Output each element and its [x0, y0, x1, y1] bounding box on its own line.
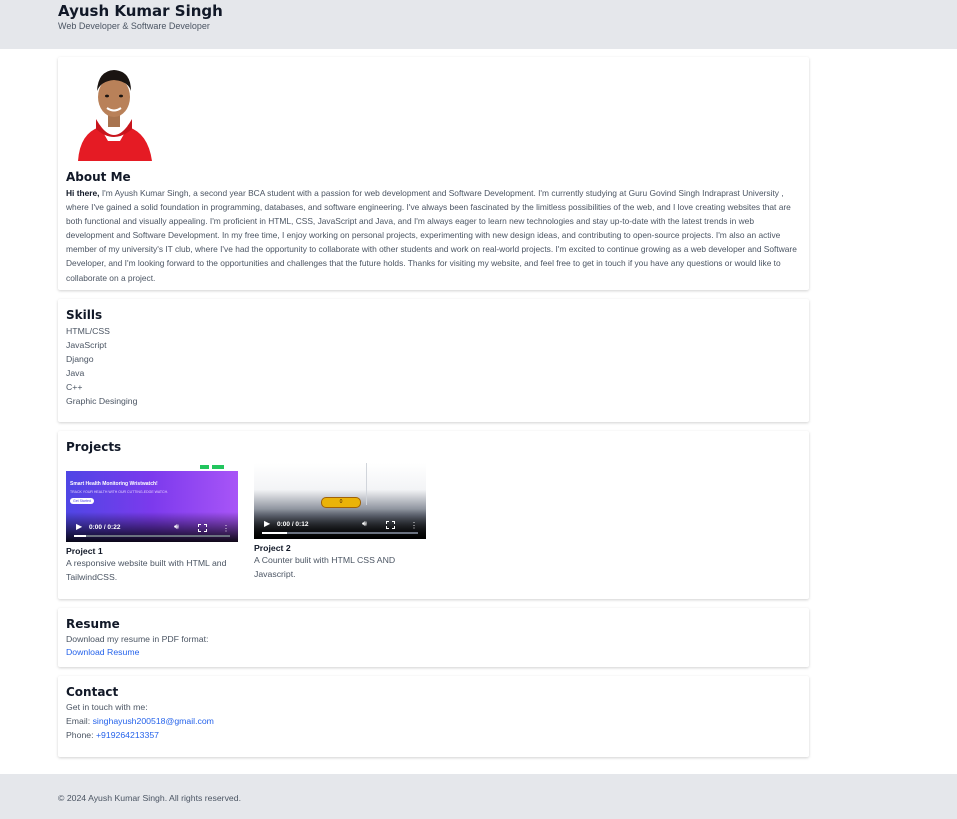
volume-icon[interactable]: 🔊︎: [362, 519, 367, 529]
project-title: Project 1: [66, 546, 103, 556]
project-description: A Counter bulit with HTML CSS AND Javasc…: [254, 555, 396, 580]
video-progress-bar[interactable]: [74, 535, 230, 537]
resume-heading: Resume: [66, 617, 120, 631]
contact-intro: Get in touch with me:: [66, 702, 148, 712]
projects-section: Projects Smart Health Monitoring Wristwa…: [58, 431, 809, 599]
video-time: 0:00 / 0:12: [277, 521, 309, 528]
resume-text: Download my resume in PDF format:: [66, 634, 209, 644]
play-icon[interactable]: ▶: [76, 522, 82, 531]
skill-item: JavaScript: [66, 340, 107, 351]
fullscreen-icon[interactable]: [386, 521, 395, 529]
contact-section: Contact Get in touch with me: Email: sin…: [58, 676, 809, 757]
download-resume-link[interactable]: Download Resume: [66, 647, 139, 657]
site-title: Ayush Kumar Singh: [58, 2, 223, 20]
phone-link[interactable]: +919264213357: [96, 730, 159, 740]
thumb-subheading: TRACK YOUR HEALTH WITH OUR CUTTING-EDGE …: [70, 490, 169, 494]
skill-item: C++: [66, 382, 83, 393]
more-options-icon[interactable]: ⋮: [410, 521, 418, 530]
phone-label: Phone:: [66, 730, 96, 740]
more-options-icon[interactable]: ⋮: [222, 524, 230, 533]
thumb-button: Get Started: [70, 498, 94, 504]
copyright-text: © 2024 Ayush Kumar Singh. All rights res…: [58, 793, 241, 803]
projects-heading: Projects: [66, 440, 122, 454]
about-greeting: Hi there,: [66, 188, 100, 198]
contact-email-line: Email: singhayush200518@gmail.com: [66, 716, 214, 726]
skills-section: Skills HTML/CSS JavaScript Django Java C…: [58, 299, 809, 422]
skill-item: Graphic Desinging: [66, 396, 138, 407]
site-tagline: Web Developer & Software Developer: [58, 21, 210, 31]
about-heading: About Me: [66, 170, 131, 184]
project-1-video[interactable]: Smart Health Monitoring Wristwatch! TRAC…: [66, 463, 238, 542]
about-body: I'm Ayush Kumar Singh, a second year BCA…: [66, 188, 797, 283]
project-description: A responsive website built with HTML and…: [66, 558, 227, 583]
contact-heading: Contact: [66, 685, 119, 699]
thumb-navbar: [66, 463, 238, 471]
about-section: About Me Hi there, I'm Ayush Kumar Singh…: [58, 57, 809, 290]
counter-display: 0: [321, 497, 361, 508]
video-time: 0:00 / 0:22: [89, 524, 121, 531]
skill-item: HTML/CSS: [66, 326, 110, 336]
project-card-2: 0 ▶ 0:00 / 0:12 🔊︎ ⋮ Project 2 A Counter…: [254, 463, 426, 581]
skill-item: Django: [66, 354, 94, 365]
project-card-1: Smart Health Monitoring Wristwatch! TRAC…: [66, 463, 238, 584]
site-header: Ayush Kumar Singh Web Developer & Softwa…: [0, 0, 957, 49]
video-controls: ▶ 0:00 / 0:22 🔊︎ ⋮: [66, 512, 238, 542]
skills-heading: Skills: [66, 308, 103, 322]
site-footer: © 2024 Ayush Kumar Singh. All rights res…: [0, 774, 957, 819]
email-label: Email:: [66, 716, 93, 726]
video-progress-bar[interactable]: [262, 532, 418, 534]
volume-icon[interactable]: 🔊︎: [174, 522, 179, 532]
skills-list: HTML/CSS JavaScript Django Java C++ Grap…: [66, 324, 137, 409]
contact-phone-line: Phone: +919264213357: [66, 730, 159, 740]
profile-photo: [74, 61, 154, 161]
play-icon[interactable]: ▶: [264, 519, 270, 528]
thumb-heading: Smart Health Monitoring Wristwatch!: [70, 481, 158, 487]
about-paragraph: Hi there, I'm Ayush Kumar Singh, a secon…: [66, 186, 802, 285]
video-controls: ▶ 0:00 / 0:12 🔊︎ ⋮: [254, 509, 426, 539]
project-2-video[interactable]: 0 ▶ 0:00 / 0:12 🔊︎ ⋮: [254, 463, 426, 539]
project-title: Project 2: [254, 543, 291, 553]
resume-section: Resume Download my resume in PDF format:…: [58, 608, 809, 667]
skill-item: Java: [66, 368, 85, 379]
fullscreen-icon[interactable]: [198, 524, 207, 532]
email-link[interactable]: singhayush200518@gmail.com: [93, 716, 214, 726]
